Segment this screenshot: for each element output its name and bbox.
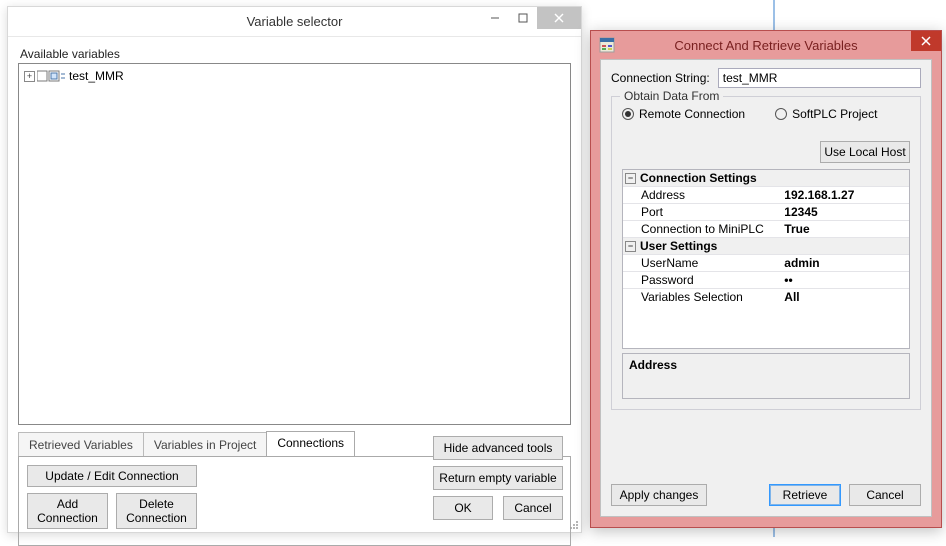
maximize-button[interactable] — [509, 7, 537, 29]
radio-icon — [775, 108, 787, 120]
group-legend: Obtain Data From — [620, 89, 723, 103]
prop-row-varsel[interactable]: Variables Selection All — [623, 289, 909, 305]
prop-category-connection[interactable]: −Connection Settings — [623, 170, 909, 187]
close-button[interactable] — [537, 7, 581, 29]
delete-connection-button[interactable]: Delete Connection — [116, 493, 197, 529]
variable-selector-window: Variable selector Available variables + — [7, 6, 582, 533]
prop-category-user[interactable]: −User Settings — [623, 238, 909, 255]
app-icon — [599, 37, 615, 53]
collapse-icon[interactable]: − — [625, 173, 636, 184]
tree-node-label: test_MMR — [67, 69, 126, 83]
variables-tree[interactable]: + test_MMR — [18, 63, 571, 425]
window-title: Connect And Retrieve Variables — [674, 38, 857, 53]
radio-softplc-project[interactable]: SoftPLC Project — [775, 107, 877, 121]
add-connection-button[interactable]: Add Connection — [27, 493, 108, 529]
prop-row-username[interactable]: UserName admin — [623, 255, 909, 272]
tab-connections[interactable]: Connections — [266, 431, 355, 456]
prop-row-password[interactable]: Password •• — [623, 272, 909, 289]
connect-retrieve-window: Connect And Retrieve Variables Connectio… — [590, 30, 942, 528]
hide-advanced-tools-button[interactable]: Hide advanced tools — [433, 436, 563, 460]
radio-label: Remote Connection — [639, 107, 745, 121]
cancel-button[interactable]: Cancel — [503, 496, 563, 520]
description-title: Address — [629, 358, 903, 372]
tree-node-root[interactable]: + test_MMR — [23, 68, 566, 84]
obtain-data-from-group: Obtain Data From Remote Connection SoftP… — [611, 96, 921, 410]
connection-string-input[interactable] — [718, 68, 921, 88]
radio-icon — [622, 108, 634, 120]
connection-icon — [37, 69, 65, 83]
expand-icon[interactable]: + — [24, 71, 35, 82]
update-edit-connection-button[interactable]: Update / Edit Connection — [27, 465, 197, 487]
tab-retrieved-variables[interactable]: Retrieved Variables — [18, 432, 144, 456]
tab-variables-in-project[interactable]: Variables in Project — [143, 432, 268, 456]
close-button[interactable] — [911, 31, 941, 51]
prop-row-miniplc[interactable]: Connection to MiniPLC True — [623, 221, 909, 238]
titlebar[interactable]: Connect And Retrieve Variables — [591, 31, 941, 59]
retrieve-button[interactable]: Retrieve — [769, 484, 841, 506]
resize-grip-icon[interactable] — [567, 518, 579, 530]
property-grid[interactable]: −Connection Settings Address 192.168.1.2… — [622, 169, 910, 349]
prop-row-port[interactable]: Port 12345 — [623, 204, 909, 221]
ok-button[interactable]: OK — [433, 496, 493, 520]
radio-label: SoftPLC Project — [792, 107, 877, 121]
prop-row-address[interactable]: Address 192.168.1.27 — [623, 187, 909, 204]
titlebar[interactable]: Variable selector — [8, 7, 581, 37]
radio-remote-connection[interactable]: Remote Connection — [622, 107, 745, 121]
apply-changes-button[interactable]: Apply changes — [611, 484, 707, 506]
use-local-host-button[interactable]: Use Local Host — [820, 141, 910, 163]
collapse-icon[interactable]: − — [625, 241, 636, 252]
available-variables-label: Available variables — [20, 47, 571, 61]
window-title: Variable selector — [247, 14, 343, 29]
minimize-button[interactable] — [481, 7, 509, 29]
property-description: Address — [622, 353, 910, 399]
return-empty-variable-button[interactable]: Return empty variable — [433, 466, 563, 490]
cancel-button[interactable]: Cancel — [849, 484, 921, 506]
connection-string-label: Connection String: — [611, 71, 710, 85]
